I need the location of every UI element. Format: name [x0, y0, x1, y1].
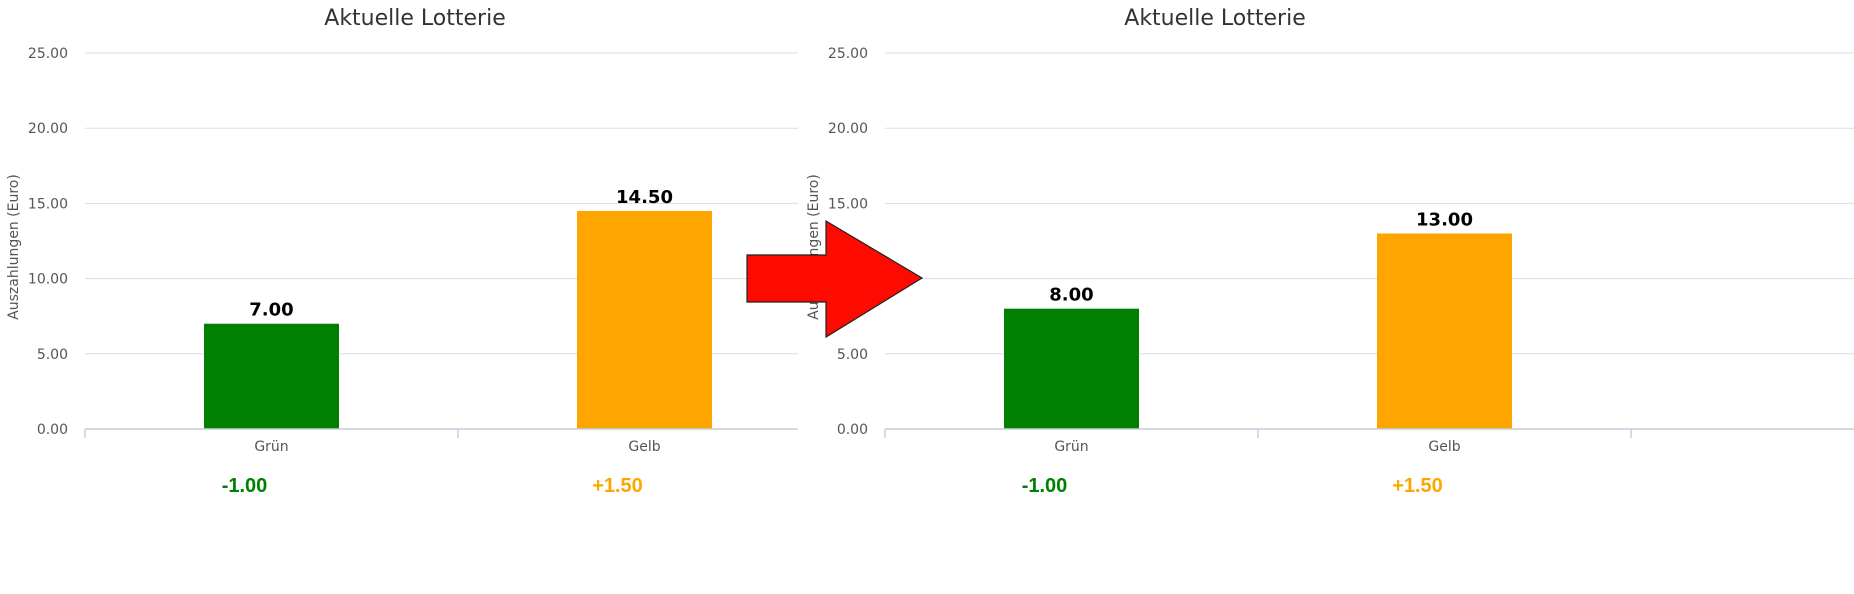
bar-value-label: 14.50	[616, 187, 673, 208]
y-tick-label: 25.00	[828, 46, 868, 62]
bar-gruen	[204, 323, 339, 429]
y-tick-label: 10.00	[28, 272, 68, 288]
y-tick-label: 0.00	[837, 422, 868, 438]
payout-change-annotation: -1.00	[222, 475, 268, 497]
x-category-label: Gelb	[628, 439, 660, 455]
y-tick-label: 15.00	[28, 196, 68, 212]
chart-title: Aktuelle Lotterie	[1124, 6, 1305, 31]
y-tick-label: 20.00	[28, 121, 68, 137]
x-category-label: Grün	[1054, 439, 1088, 455]
y-tick-label: 20.00	[828, 121, 868, 137]
x-category-label: Grün	[254, 439, 288, 455]
y-tick-label: 15.00	[828, 196, 868, 212]
payout-change-annotation: -1.00	[1022, 475, 1068, 497]
payout-change-annotation: +1.50	[592, 475, 643, 497]
bar-gelb	[1377, 233, 1512, 429]
chart-title: Aktuelle Lotterie	[324, 6, 505, 31]
y-tick-label: 5.00	[837, 347, 868, 363]
bar-value-label: 13.00	[1416, 209, 1473, 230]
right-arrow-icon	[746, 219, 924, 339]
y-tick-label: 5.00	[37, 347, 68, 363]
bar-gelb	[577, 210, 712, 429]
y-axis-label: Auszahlungen (Euro)	[6, 174, 22, 320]
payout-change-annotation: +1.50	[1392, 475, 1443, 497]
bar-chart-1: Aktuelle Lotterie Auszahlungen (Euro) 0.00…	[6, 6, 798, 497]
bar-value-label: 8.00	[1049, 285, 1093, 306]
y-tick-label: 0.00	[37, 422, 68, 438]
bar-gruen	[1004, 308, 1139, 429]
lottery-comparison-figure: Aktuelle Lotterie Auszahlungen (Euro) 0.00…	[6, 6, 1854, 497]
bar-value-label: 7.00	[249, 300, 293, 321]
x-category-label: Gelb	[1428, 439, 1460, 455]
bar-chart-2: Aktuelle LotterieAuszahlungen (Euro)0.00…	[806, 6, 1854, 497]
y-tick-label: 25.00	[28, 46, 68, 62]
